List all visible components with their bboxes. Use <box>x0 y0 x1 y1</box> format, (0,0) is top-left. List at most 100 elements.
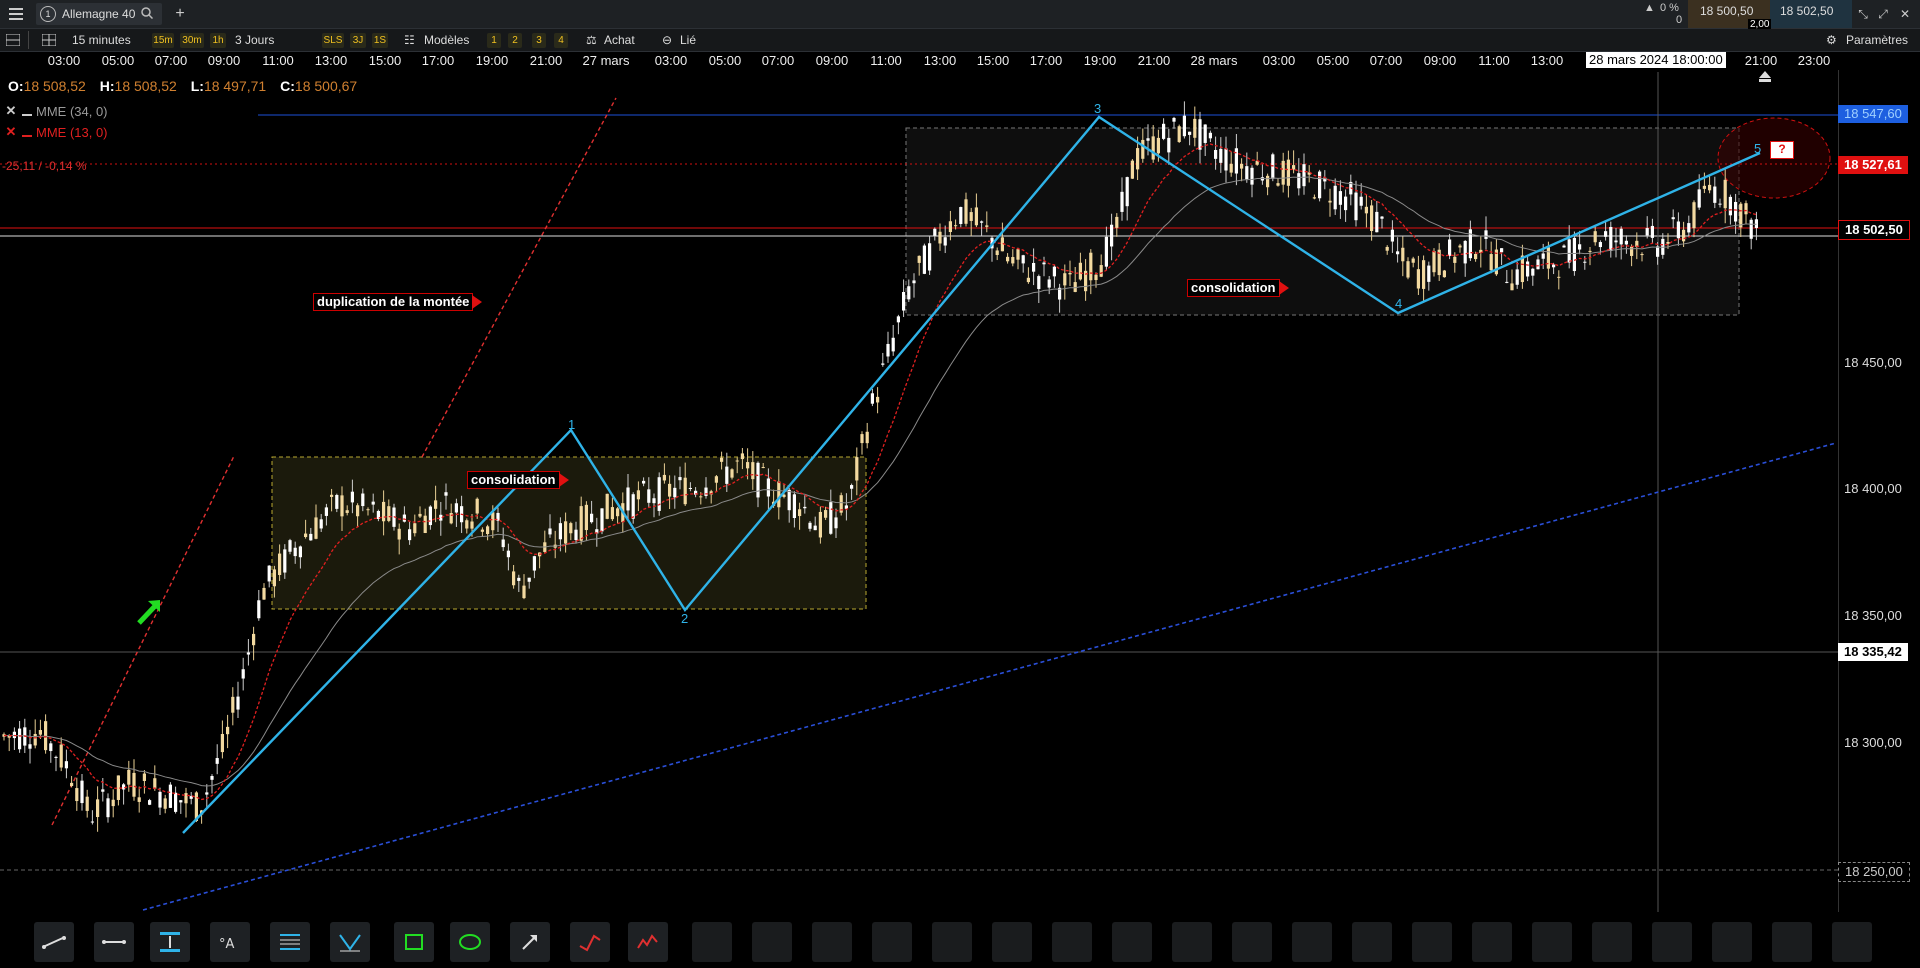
add-tab-button[interactable]: + <box>170 4 190 24</box>
annotation-duplication[interactable]: duplication de la montée <box>313 293 483 311</box>
empty-tool-slot[interactable] <box>1232 922 1272 962</box>
empty-tool-slot[interactable] <box>1052 922 1092 962</box>
empty-tool-slot[interactable] <box>1592 922 1632 962</box>
layout-1[interactable]: 1 <box>487 33 501 48</box>
tf-15m[interactable]: 15m <box>152 33 174 48</box>
candle-body <box>241 669 245 679</box>
empty-tool-slot[interactable] <box>932 922 972 962</box>
layout-3[interactable]: 3 <box>532 33 546 48</box>
empty-tool-slot[interactable] <box>1172 922 1212 962</box>
candle-body <box>1416 269 1420 289</box>
resistance-price-tag: 18 547,60 <box>1838 105 1908 123</box>
text-marker-icon[interactable] <box>150 922 190 962</box>
layout-4[interactable]: 4 <box>554 33 568 48</box>
candle-body <box>969 212 973 221</box>
empty-tool-slot[interactable] <box>1412 922 1452 962</box>
pattern-icon[interactable] <box>330 922 370 962</box>
candle-body <box>1333 185 1337 210</box>
candle-body <box>943 237 947 246</box>
scroll-end-icon[interactable] <box>1758 70 1772 87</box>
candle-body <box>558 523 562 540</box>
buy-icon[interactable]: ⚖ <box>586 31 597 49</box>
linked-button[interactable]: Lié <box>680 31 696 49</box>
empty-tool-slot[interactable] <box>1472 922 1512 962</box>
candle-body <box>361 493 365 507</box>
question-marker[interactable]: ? <box>1770 141 1794 159</box>
empty-tool-slot[interactable] <box>1772 922 1812 962</box>
search-icon[interactable] <box>141 6 154 22</box>
grid-icon[interactable] <box>41 31 57 49</box>
empty-tool-slot[interactable] <box>1712 922 1752 962</box>
empty-tool-slot[interactable] <box>1652 922 1692 962</box>
buy-button[interactable]: Achat <box>604 31 635 49</box>
empty-tool-slot[interactable] <box>1532 922 1572 962</box>
arrow-icon[interactable] <box>510 922 550 962</box>
time-tick: 23:00 <box>1797 53 1831 68</box>
empty-tool-slot[interactable] <box>1112 922 1152 962</box>
empty-tool-slot[interactable] <box>1292 922 1332 962</box>
settings-button[interactable]: Paramètres <box>1846 31 1908 49</box>
tf-1h[interactable]: 1h <box>210 33 226 48</box>
candle-body <box>959 207 963 224</box>
instrument-tab[interactable]: 1 Allemagne 40 <box>36 3 162 25</box>
wave-icon[interactable] <box>570 922 610 962</box>
empty-tool-slot[interactable] <box>1352 922 1392 962</box>
empty-tool-slot[interactable] <box>752 922 792 962</box>
time-tick: 13:00 <box>923 53 957 68</box>
candle-body <box>1021 255 1025 264</box>
period-select[interactable]: 3 Jours <box>235 31 274 49</box>
horizontal-line-icon[interactable] <box>94 922 134 962</box>
chip-3j[interactable]: 3J <box>350 33 366 48</box>
elliott-icon[interactable] <box>628 922 668 962</box>
chip-sls[interactable]: SLS <box>322 33 344 48</box>
candle-body <box>891 337 895 352</box>
tab-title: Allemagne 40 <box>62 7 136 21</box>
time-tick: 09:00 <box>1423 53 1457 68</box>
chart-toolbar: 15 minutes 15m 30m 1h 3 Jours SLS 3J 1S … <box>0 29 1920 52</box>
gear-icon[interactable]: ⚙ <box>1826 31 1837 49</box>
move-icon[interactable]: ⤡ <box>1856 4 1870 24</box>
trendline-icon[interactable] <box>34 922 74 962</box>
models-icon[interactable]: ☷ <box>404 31 415 49</box>
list-icon[interactable] <box>5 31 21 49</box>
time-tick: 28 mars <box>1190 53 1238 68</box>
layout-2[interactable]: 2 <box>508 33 522 48</box>
candle-body <box>751 462 755 480</box>
hamburger-icon[interactable] <box>4 4 28 24</box>
candle-body <box>1156 137 1160 154</box>
candle-body <box>548 528 552 535</box>
empty-tool-slot[interactable] <box>1832 922 1872 962</box>
candle-body <box>1453 256 1457 263</box>
candle-body <box>1250 167 1254 185</box>
annotation-consolidation-2[interactable]: consolidation <box>1187 279 1288 297</box>
candle-body <box>1375 211 1379 233</box>
detach-icon[interactable]: ⤢ <box>1876 4 1890 24</box>
annotation-icon[interactable]: °A <box>210 922 250 962</box>
empty-tool-slot[interactable] <box>692 922 732 962</box>
chip-1s[interactable]: 1S <box>372 33 388 48</box>
link-icon[interactable]: ⊖ <box>662 31 672 49</box>
empty-tool-slot[interactable] <box>872 922 912 962</box>
candle-body <box>1713 186 1717 203</box>
annotation-consolidation-1[interactable]: consolidation <box>467 471 568 489</box>
empty-tool-slot[interactable] <box>812 922 852 962</box>
bid-price: 18 500,50 <box>1700 4 1754 18</box>
candle-body <box>1073 282 1077 292</box>
rectangle-icon[interactable] <box>394 922 434 962</box>
close-icon[interactable]: ✕ <box>1898 4 1912 24</box>
ask-button[interactable]: 18 502,50 <box>1770 0 1852 28</box>
candle-body <box>231 696 235 713</box>
empty-tool-slot[interactable] <box>992 922 1032 962</box>
interval-select[interactable]: 15 minutes <box>72 31 131 49</box>
candle-body <box>54 756 58 758</box>
time-axis: 03:00 05:00 07:00 09:00 11:00 13:00 15:00 17:00… <box>0 52 1840 70</box>
candle-body <box>236 696 240 710</box>
candle-body <box>792 494 796 519</box>
models-button[interactable]: Modèles <box>424 31 469 49</box>
candle-body <box>59 744 63 768</box>
ellipse-icon[interactable] <box>450 922 490 962</box>
candle-body <box>1749 219 1753 239</box>
tf-30m[interactable]: 30m <box>180 33 204 48</box>
price-chart[interactable] <box>0 70 1840 912</box>
fibonacci-icon[interactable] <box>270 922 310 962</box>
